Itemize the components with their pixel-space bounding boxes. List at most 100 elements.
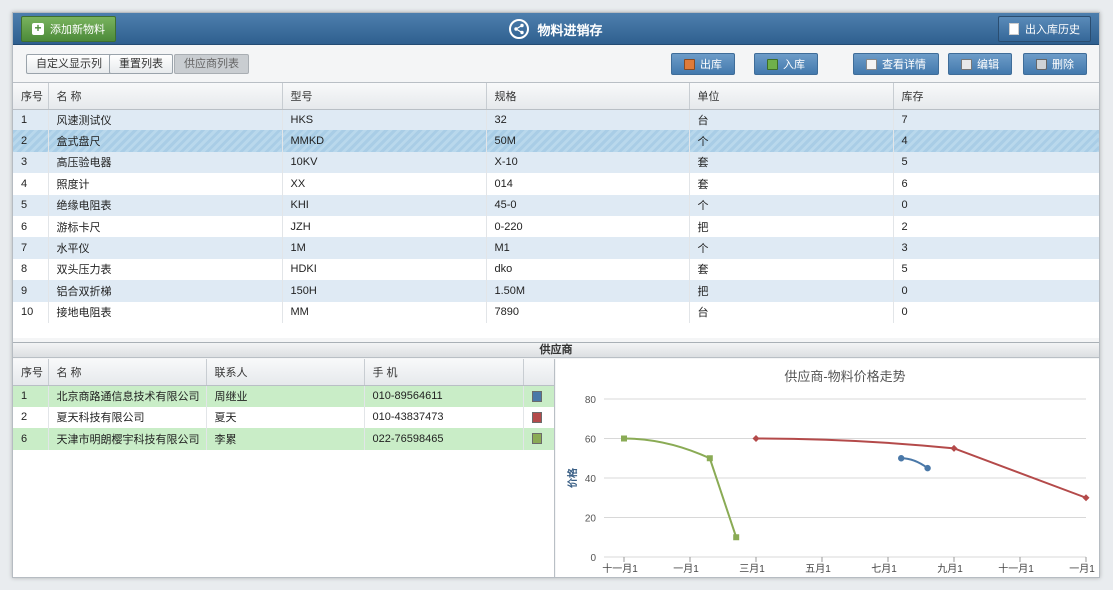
series-line (901, 457, 929, 469)
y-axis-label: 价格 (566, 467, 579, 488)
cell-stock: 0 (893, 301, 1099, 323)
cell-name: 水平仪 (48, 237, 283, 259)
x-tick-label: 三月1 (739, 563, 765, 575)
sup-cell-contact: 李累 (206, 428, 365, 450)
col-header-model[interactable]: 型号 (282, 83, 487, 110)
series-point (950, 444, 958, 452)
x-tick-label: 十一月1 (602, 562, 638, 575)
supplier-list-button[interactable]: 供应商列表 (174, 54, 249, 74)
x-tick-label: 一月1 (1069, 563, 1095, 575)
supplier-table-body: 1 北京商路通信息技术有限公司 周继业 010-89564611 2 夏天科技有限公司 夏天… (13, 385, 554, 450)
table-row[interactable]: 10 接地电阻表 MM 7890 台 0 (13, 301, 1099, 323)
view-details-button[interactable]: 查看详情 (853, 53, 939, 75)
stock-out-label: 出库 (700, 59, 722, 71)
cell-stock: 6 (893, 173, 1099, 195)
cell-name: 风速测试仪 (48, 109, 283, 131)
y-tick-label: 80 (585, 395, 597, 406)
cell-name: 铝合双折梯 (48, 280, 283, 302)
series-point (706, 455, 713, 462)
cell-index: 4 (13, 173, 49, 195)
cell-model: MMKD (282, 130, 487, 152)
sup-cell-phone: 010-89564611 (364, 385, 524, 407)
cell-spec: dko (486, 258, 690, 281)
cell-model: XX (282, 173, 487, 195)
cell-stock: 0 (893, 280, 1099, 302)
price-trend-chart: 供应商-物料价格走势 0 20 40 60 80 价格 十一月1 一月1 三月1 五月1 七月1 九月1… (556, 359, 1099, 577)
table-row[interactable]: 7 水平仪 1M M1 个 3 (13, 237, 1099, 259)
cell-unit: 套 (689, 151, 894, 174)
delete-button[interactable]: 删除 (1023, 53, 1087, 75)
supplier-section-title: 供应商 (13, 342, 1099, 358)
table-row[interactable]: 6 游标卡尺 JZH 0-220 把 2 (13, 215, 1099, 238)
sup-cell-name: 北京商路通信息技术有限公司 (48, 385, 207, 407)
series-point (752, 435, 760, 442)
color-swatch (531, 390, 542, 402)
material-table: 序号 名 称 型号 规格 单位 库存 1 风速测试仪 HKS 32 台 7 2 盒式盘尺 MMK… (13, 83, 1099, 323)
stock-in-icon (767, 58, 778, 70)
cell-index: 2 (13, 130, 49, 152)
edit-icon (961, 58, 972, 70)
page-title-text: 物料进销存 (537, 22, 603, 38)
y-tick-label: 20 (585, 514, 597, 525)
history-button[interactable]: 出入库历史 (998, 16, 1091, 42)
y-tick-label: 0 (590, 553, 596, 564)
edit-button[interactable]: 编辑 (948, 53, 1012, 75)
sup-cell-color (523, 428, 554, 450)
sup-cell-index: 1 (13, 385, 49, 407)
sup-cell-contact: 夏天 (206, 406, 365, 428)
cell-spec: 32 (486, 109, 690, 131)
custom-columns-button[interactable]: 自定义显示列 (26, 54, 112, 74)
cell-spec: 50M (486, 130, 690, 152)
cell-model: 10KV (282, 151, 487, 174)
stock-in-button[interactable]: 入库 (754, 53, 818, 75)
reset-columns-button[interactable]: 重置列表 (109, 54, 173, 74)
supplier-grid: 序号 名 称 联系人 手 机 1 北京商路通信息技术有限公司 周继业 010-8956… (13, 359, 555, 577)
y-tick-label: 60 (585, 435, 597, 446)
table-row[interactable]: 4 照度计 XX 014 套 6 (13, 173, 1099, 195)
cell-unit: 套 (689, 173, 894, 195)
col-header-spec[interactable]: 规格 (486, 83, 690, 110)
cell-spec: 1.50M (486, 280, 690, 302)
table-row[interactable]: 9 铝合双折梯 150H 1.50M 把 0 (13, 280, 1099, 302)
cell-name: 绝缘电阻表 (48, 194, 283, 216)
cell-index: 8 (13, 258, 49, 281)
series-point (1082, 494, 1090, 502)
table-row[interactable]: 2 盒式盘尺 MMKD 50M 个 4 (13, 130, 1099, 152)
cell-name: 照度计 (48, 173, 283, 195)
edit-label: 编辑 (977, 59, 999, 71)
sup-col-name[interactable]: 名 称 (48, 359, 207, 386)
series-point (733, 534, 740, 541)
table-row[interactable]: 1 风速测试仪 HKS 32 台 7 (13, 109, 1099, 131)
cell-stock: 7 (893, 109, 1099, 131)
cell-model: JZH (282, 215, 487, 238)
share-icon (509, 19, 530, 39)
cell-spec: 014 (486, 173, 690, 195)
cell-index: 7 (13, 237, 49, 259)
cell-index: 6 (13, 215, 49, 238)
series-line (755, 437, 1087, 499)
details-icon (866, 58, 877, 70)
col-header-index[interactable]: 序号 (13, 83, 49, 110)
sup-col-index[interactable]: 序号 (13, 359, 49, 386)
col-header-unit[interactable]: 单位 (689, 83, 894, 110)
series-point (898, 455, 905, 462)
sup-col-contact[interactable]: 联系人 (206, 359, 365, 386)
x-tick-label: 九月1 (937, 563, 963, 575)
list-item[interactable]: 6 天津市明朗樱宇科技有限公司 李累 022-76598465 (13, 428, 554, 450)
cell-model: MM (282, 301, 487, 323)
stock-out-icon (684, 58, 695, 70)
col-header-name[interactable]: 名 称 (48, 83, 283, 110)
color-swatch (531, 411, 542, 423)
sup-col-phone[interactable]: 手 机 (364, 359, 524, 386)
list-item[interactable]: 1 北京商路通信息技术有限公司 周继业 010-89564611 (13, 385, 554, 407)
sup-cell-phone: 022-76598465 (364, 428, 524, 450)
table-row[interactable]: 8 双头压力表 HDKI dko 套 5 (13, 258, 1099, 281)
stock-out-button[interactable]: 出库 (671, 53, 735, 75)
col-header-stock[interactable]: 库存 (893, 83, 1099, 110)
cell-stock: 5 (893, 258, 1099, 281)
sup-cell-name: 天津市明朗樱宇科技有限公司 (48, 428, 207, 450)
list-item[interactable]: 2 夏天科技有限公司 夏天 010-43837473 (13, 406, 554, 428)
cell-spec: 45-0 (486, 194, 690, 216)
table-row[interactable]: 3 高压验电器 10KV X-10 套 5 (13, 151, 1099, 174)
table-row[interactable]: 5 绝缘电阻表 KHI 45-0 个 0 (13, 194, 1099, 216)
